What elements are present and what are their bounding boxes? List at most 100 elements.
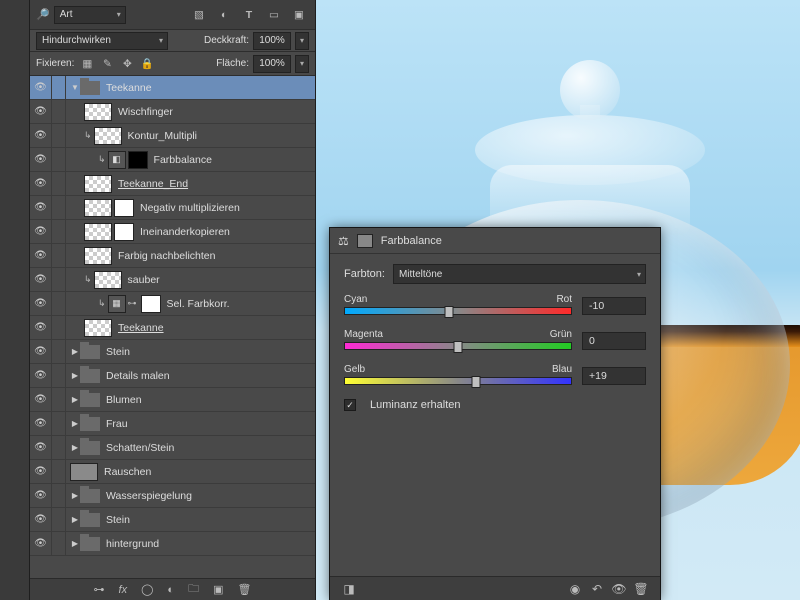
disclosure-triangle-icon[interactable]: ▶	[70, 539, 80, 548]
layer-name[interactable]: Sel. Farbkorr.	[167, 298, 230, 310]
filter-shape-icon[interactable]: ▭	[264, 5, 284, 25]
visibility-eye-icon[interactable]: 👁	[30, 292, 52, 315]
visibility-eye-icon[interactable]: 👁	[30, 124, 52, 147]
layer-name[interactable]: Schatten/Stein	[106, 442, 174, 454]
visibility-eye-icon[interactable]: 👁	[30, 460, 52, 483]
add-mask-icon[interactable]: ◯	[141, 583, 153, 596]
layer-thumb[interactable]	[84, 319, 112, 337]
visibility-eye-icon[interactable]: 👁	[30, 316, 52, 339]
layer-row[interactable]: 👁▶Frau	[30, 412, 315, 436]
new-group-icon[interactable]: 🗀	[188, 580, 199, 599]
disclosure-triangle-icon[interactable]: ▶	[70, 443, 80, 452]
layer-row[interactable]: 👁 Farbig nachbelichten	[30, 244, 315, 268]
disclosure-triangle-icon[interactable]: ▶	[70, 491, 80, 500]
layer-mask-thumb[interactable]	[114, 199, 134, 217]
filter-adjust-icon[interactable]: ◐	[214, 5, 234, 25]
visibility-eye-icon[interactable]: 👁	[30, 244, 52, 267]
visibility-eye-icon[interactable]: 👁	[30, 508, 52, 531]
layer-name[interactable]: Negativ multiplizieren	[140, 202, 240, 214]
layer-row[interactable]: 👁 ▼ Teekanne	[30, 76, 315, 100]
layer-row[interactable]: 👁↳▦⊶Sel. Farbkorr.	[30, 292, 315, 316]
slider-value[interactable]: +19	[582, 367, 646, 385]
lock-position-icon[interactable]: ✥	[120, 57, 134, 71]
layer-name[interactable]: Teekanne	[106, 82, 152, 94]
layer-row[interactable]: 👁 Teekanne_End	[30, 172, 315, 196]
tone-select[interactable]: Mitteltöne	[393, 264, 646, 284]
layer-name[interactable]: sauber	[128, 274, 160, 286]
link-layers-icon[interactable]: ⊶	[94, 583, 105, 596]
visibility-eye-icon[interactable]: 👁	[30, 532, 52, 555]
layer-thumb[interactable]	[84, 199, 112, 217]
filter-type-icon[interactable]: T	[239, 5, 259, 25]
mask-link-icon[interactable]: ⊶	[128, 298, 137, 309]
visibility-eye-icon[interactable]: 👁	[30, 76, 52, 99]
layer-row[interactable]: 👁 Teekanne	[30, 316, 315, 340]
layer-mask-thumb[interactable]	[141, 295, 161, 313]
layer-name[interactable]: Kontur_Multipli	[128, 130, 197, 142]
layer-mask-thumb[interactable]	[128, 151, 148, 169]
layer-name[interactable]: Details malen	[106, 370, 170, 382]
color-slider[interactable]	[344, 307, 572, 315]
visibility-eye-icon[interactable]: 👁	[30, 412, 52, 435]
disclosure-triangle-icon[interactable]: ▶	[70, 395, 80, 404]
layer-row[interactable]: 👁▶Stein	[30, 508, 315, 532]
layer-name[interactable]: Wasserspiegelung	[106, 490, 192, 502]
visibility-eye-icon[interactable]: 👁	[30, 364, 52, 387]
visibility-eye-icon[interactable]: 👁	[30, 196, 52, 219]
layer-name[interactable]: Teekanne_End	[118, 178, 188, 190]
visibility-eye-icon[interactable]: 👁	[30, 100, 52, 123]
preserve-luminosity-checkbox[interactable]: ✓	[344, 399, 356, 411]
slider-knob[interactable]	[454, 341, 463, 353]
layer-name[interactable]: Rauschen	[104, 466, 151, 478]
layer-row[interactable]: 👁 ▶ Wasserspiegelung	[30, 484, 315, 508]
layer-name[interactable]: Blumen	[106, 394, 142, 406]
layer-name[interactable]: Wischfinger	[118, 106, 173, 118]
slider-knob[interactable]	[472, 376, 481, 388]
mask-tab-icon[interactable]	[357, 234, 373, 248]
layer-thumb[interactable]	[94, 271, 122, 289]
visibility-eye-icon[interactable]: 👁	[30, 172, 52, 195]
toggle-visibility-icon[interactable]: 👁	[608, 582, 630, 596]
layer-thumb[interactable]	[84, 247, 112, 265]
visibility-eye-icon[interactable]: 👁	[30, 484, 52, 507]
layer-name[interactable]: Ineinanderkopieren	[140, 226, 230, 238]
layer-thumb[interactable]	[84, 223, 112, 241]
opacity-dropdown-icon[interactable]: ▾	[295, 32, 309, 50]
lock-transparency-icon[interactable]: ▦	[80, 57, 94, 71]
layer-row[interactable]: 👁▶Details malen	[30, 364, 315, 388]
color-slider[interactable]	[344, 377, 572, 385]
visibility-eye-icon[interactable]: 👁	[30, 340, 52, 363]
layer-fx-icon[interactable]: fx	[119, 584, 128, 596]
visibility-eye-icon[interactable]: 👁	[30, 268, 52, 291]
layer-name[interactable]: Farbig nachbelichten	[118, 250, 215, 262]
layer-thumb[interactable]	[84, 103, 112, 121]
layer-name[interactable]: Stein	[106, 346, 130, 358]
slider-knob[interactable]	[444, 306, 453, 318]
visibility-eye-icon[interactable]: 👁	[30, 220, 52, 243]
layer-row[interactable]: 👁↳sauber	[30, 268, 315, 292]
layer-name[interactable]: Farbbalance	[154, 154, 212, 166]
layer-thumb[interactable]	[94, 127, 122, 145]
layer-row[interactable]: 👁 Rauschen	[30, 460, 315, 484]
disclosure-triangle-icon[interactable]: ▶	[70, 347, 80, 356]
clip-to-layer-icon[interactable]: ◨	[338, 582, 360, 596]
layer-row[interactable]: 👁▶Blumen	[30, 388, 315, 412]
layer-name[interactable]: Stein	[106, 514, 130, 526]
layer-name[interactable]: hintergrund	[106, 538, 159, 550]
layer-name[interactable]: Teekanne	[118, 322, 164, 334]
layer-row[interactable]: 👁 Negativ multiplizieren	[30, 196, 315, 220]
slider-value[interactable]: -10	[582, 297, 646, 315]
layer-row[interactable]: 👁 ▶ hintergrund	[30, 532, 315, 556]
reset-icon[interactable]: ↶	[586, 582, 608, 596]
visibility-eye-icon[interactable]: 👁	[30, 436, 52, 459]
layer-thumb[interactable]	[70, 463, 98, 481]
disclosure-triangle-icon[interactable]: ▶	[70, 419, 80, 428]
new-adjustment-icon[interactable]: ◐	[167, 584, 174, 596]
blend-mode-select[interactable]: Hindurchwirken	[36, 32, 168, 50]
layer-row[interactable]: 👁 ▶ Schatten/Stein	[30, 436, 315, 460]
layer-row[interactable]: 👁 Wischfinger	[30, 100, 315, 124]
disclosure-triangle-icon[interactable]: ▼	[70, 83, 80, 92]
filter-smart-icon[interactable]: ▣	[289, 5, 309, 25]
new-layer-icon[interactable]: ▣	[213, 583, 223, 596]
layer-row[interactable]: 👁↳Kontur_Multipli	[30, 124, 315, 148]
